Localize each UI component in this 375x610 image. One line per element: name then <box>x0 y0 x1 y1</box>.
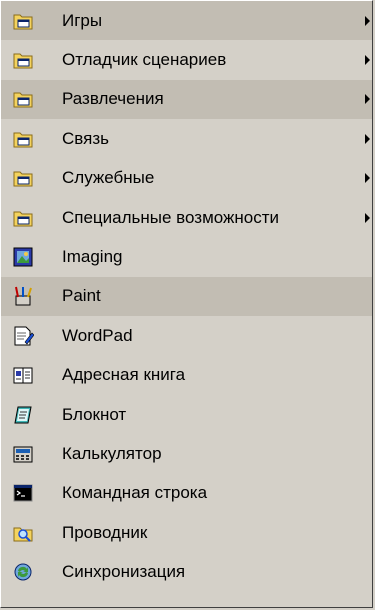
menu-item-label: Проводник <box>62 522 148 542</box>
menu-item-games[interactable]: Игры <box>1 1 372 41</box>
submenu-arrow-icon <box>365 133 370 144</box>
menu-item-label: Блокнот <box>62 404 127 424</box>
synchronize-icon <box>12 561 34 583</box>
menu-item-imaging[interactable]: Imaging <box>1 237 372 276</box>
menu-item-label: Развлечения <box>62 89 164 109</box>
menu-item-label: Paint <box>62 286 101 306</box>
submenu-arrow-icon <box>365 15 370 26</box>
wordpad-icon <box>12 325 34 347</box>
menu-item-communications[interactable]: Связь <box>1 119 372 158</box>
calculator-icon <box>12 443 34 465</box>
program-group-folder-icon <box>12 88 34 110</box>
menu-item-label: Служебные <box>62 168 155 188</box>
menu-item-accessibility[interactable]: Специальные возможности <box>1 198 372 237</box>
program-group-folder-icon <box>12 167 34 189</box>
menu-item-label: Отладчик сценариев <box>62 50 227 70</box>
menu-item-label: Синхронизация <box>62 562 186 582</box>
menu-item-label: Специальные возможности <box>62 207 280 227</box>
address-book-icon <box>12 364 34 386</box>
menu-item-label: Адресная книга <box>62 365 186 385</box>
notepad-icon <box>12 404 34 426</box>
submenu-arrow-icon <box>365 173 370 184</box>
program-group-folder-icon <box>12 207 34 229</box>
menu-item-wordpad[interactable]: WordPad <box>1 316 372 355</box>
menu-item-entertainment[interactable]: Развлечения <box>1 79 372 120</box>
menu-item-explorer[interactable]: Проводник <box>1 513 372 552</box>
programs-submenu: Игры Отладчик сценариев Развлечения Связ… <box>0 0 373 608</box>
imaging-icon <box>12 246 34 268</box>
submenu-arrow-icon <box>365 55 370 66</box>
menu-item-label: Игры <box>62 10 103 30</box>
program-group-folder-icon <box>12 10 34 32</box>
menu-item-notepad[interactable]: Блокнот <box>1 395 372 434</box>
menu-item-calculator[interactable]: Калькулятор <box>1 434 372 473</box>
command-prompt-icon <box>12 482 34 504</box>
explorer-icon <box>12 522 34 544</box>
menu-item-label: WordPad <box>62 325 133 345</box>
menu-item-paint[interactable]: Paint <box>1 276 372 317</box>
menu-item-system-tools[interactable]: Служебные <box>1 159 372 198</box>
menu-item-script-debugger[interactable]: Отладчик сценариев <box>1 40 372 79</box>
menu-item-synchronize[interactable]: Синхронизация <box>1 552 372 591</box>
menu-item-label: Связь <box>62 128 109 148</box>
paint-icon <box>12 285 34 307</box>
menu-item-label: Imaging <box>62 247 123 267</box>
menu-item-label: Калькулятор <box>62 443 162 463</box>
menu-item-label: Командная строка <box>62 483 208 503</box>
menu-item-command-prompt[interactable]: Командная строка <box>1 474 372 513</box>
submenu-arrow-icon <box>365 94 370 105</box>
program-group-folder-icon <box>12 128 34 150</box>
menu-item-address-book[interactable]: Адресная книга <box>1 356 372 395</box>
submenu-arrow-icon <box>365 212 370 223</box>
program-group-folder-icon <box>12 49 34 71</box>
